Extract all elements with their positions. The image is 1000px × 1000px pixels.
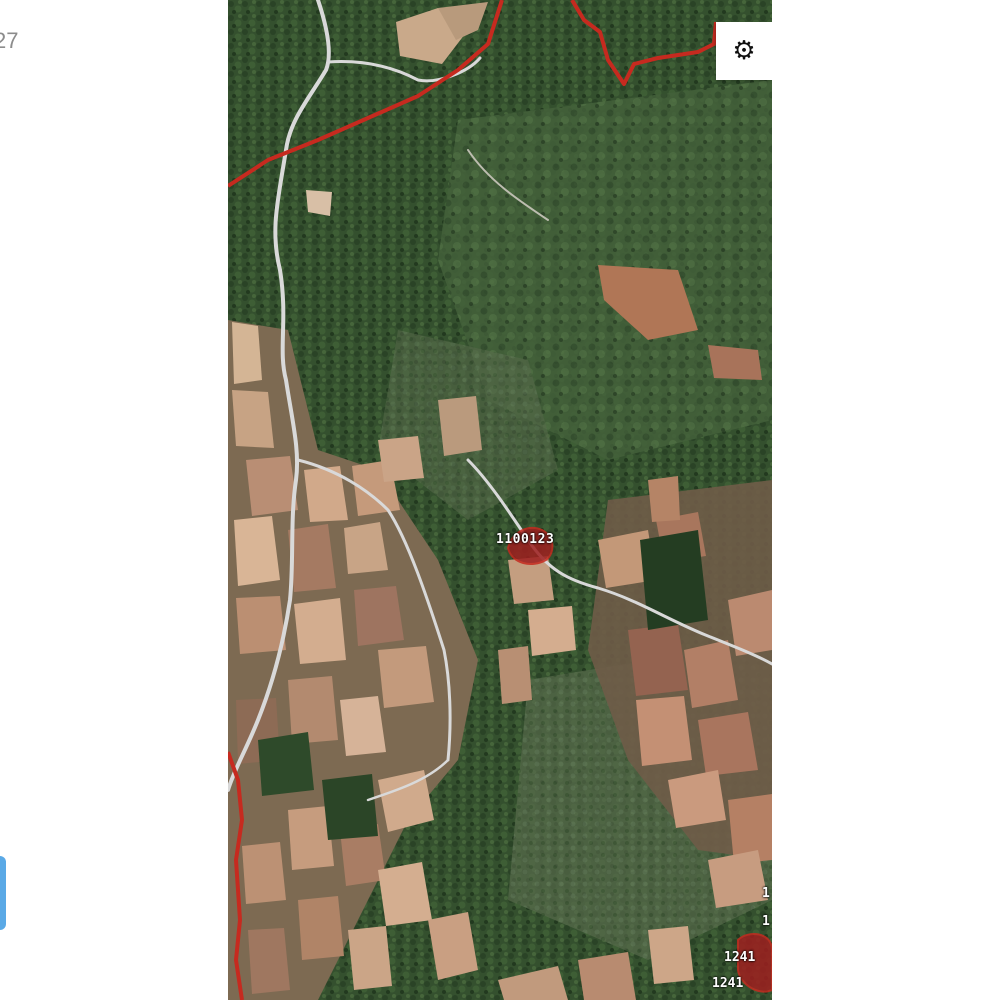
crop-field xyxy=(322,774,378,840)
edge-parcel-label: 1241 xyxy=(712,976,744,991)
status-bar-clock: 27 xyxy=(0,28,19,53)
crop-field xyxy=(258,732,314,796)
gear-icon: ⚙ xyxy=(732,36,756,66)
parcel-number-label: 1100123 xyxy=(496,532,555,547)
edge-parcel-label: 1 xyxy=(762,914,770,929)
crop-field xyxy=(640,530,708,630)
floating-button-edge[interactable] xyxy=(0,856,6,930)
edge-parcel-label: 1 xyxy=(762,886,770,901)
edge-parcel-label: 1241 xyxy=(724,950,756,965)
map-imagery xyxy=(228,0,772,1000)
right-page-blank xyxy=(772,0,1000,1000)
left-page-fragment: 27 xyxy=(0,0,228,1000)
satellite-map[interactable]: 1100123 1 1 1241 1241 ⚙ xyxy=(228,0,772,1000)
settings-button[interactable]: ⚙ xyxy=(716,22,772,80)
